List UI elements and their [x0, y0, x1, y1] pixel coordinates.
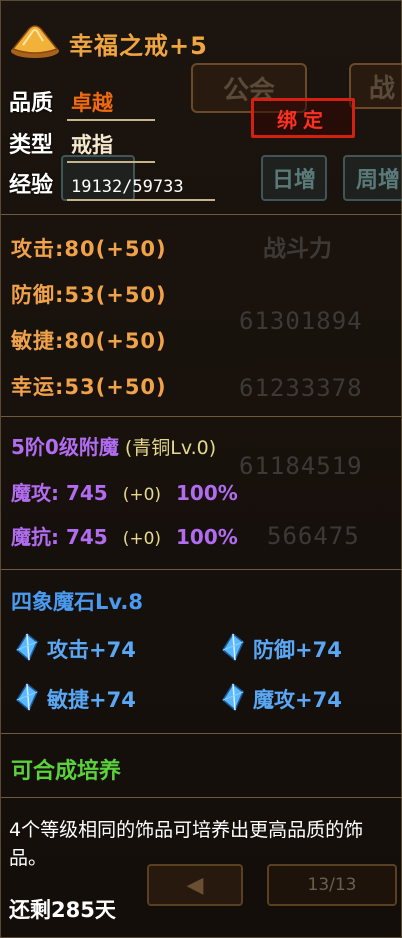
type-row: 类型 戒指: [9, 127, 155, 163]
gem-slot: 攻击+74: [13, 632, 136, 666]
gem-bonus: 魔攻+74: [253, 688, 342, 712]
type-value: 戒指: [67, 129, 155, 163]
blue-crystal-icon: [13, 682, 41, 716]
gem-slot: 魔攻+74: [219, 682, 342, 716]
stat-defense: 防御:53(+50): [11, 283, 167, 307]
enchant-row-magic-resist: 魔抗: 745 (+0) 100%: [11, 521, 238, 550]
enchant-stat-name: 魔攻:: [11, 481, 59, 505]
stat-agility: 敏捷:80(+50): [11, 329, 167, 353]
item-tooltip: 公会 战 日增 周增 战斗力 61301894 61233378 6118451…: [0, 0, 402, 938]
bind-status-badge: 绑定: [251, 98, 355, 138]
quality-value: 卓越: [67, 87, 155, 121]
bg-power-header: 战斗力: [263, 236, 332, 262]
bg-btn-daily: 日增: [261, 155, 327, 201]
divider: [1, 416, 401, 417]
quality-row: 品质 卓越: [9, 85, 155, 121]
item-name: 幸福之戒+5: [69, 31, 208, 60]
bg-btn-daily-label: 日增: [271, 168, 316, 193]
bg-tab-war: 战: [349, 63, 402, 109]
blue-crystal-icon: [13, 632, 41, 666]
divider: [1, 733, 401, 734]
enchant-row-magic-attack: 魔攻: 745 (+0) 100%: [11, 477, 238, 506]
bg-btn-weekly: 周增: [343, 155, 402, 201]
enchant-stat-name: 魔抗:: [11, 525, 59, 549]
gem-bonus: 敏捷+74: [47, 688, 136, 712]
enchant-level: 5阶0级附魔: [11, 435, 119, 459]
gem-bonus: 防御+74: [253, 638, 342, 662]
enchant-stat-percent: 100%: [175, 525, 238, 549]
item-header: 幸福之戒+5: [9, 21, 208, 65]
divider: [1, 569, 401, 570]
bg-power-value: 61184519: [239, 452, 363, 480]
bg-power-value: 61233378: [239, 374, 363, 402]
bg-btn-weekly-label: 周增: [355, 168, 400, 193]
enchant-title: 5阶0级附魔 (青铜Lv.0): [11, 431, 216, 460]
remaining-time: 还剩285天: [9, 898, 116, 922]
bg-page-label: 13/13: [307, 875, 357, 895]
cultivate-hint: 可合成培养: [11, 759, 122, 784]
blue-crystal-icon: [219, 682, 247, 716]
gem-bonus: 攻击+74: [47, 638, 136, 662]
bind-status-label: 绑定: [277, 107, 329, 132]
gem-slot: 敏捷+74: [13, 682, 136, 716]
bg-power-value: 566475: [267, 522, 360, 550]
bg-tab-war-label: 战: [369, 73, 396, 104]
enchant-stat-value: 745: [65, 525, 108, 549]
xp-label: 经验: [9, 173, 54, 198]
stat-attack: 攻击:80(+50): [11, 237, 167, 261]
magic-stone-title: 四象魔石Lv.8: [11, 590, 143, 614]
quality-label: 品质: [9, 91, 54, 116]
enchant-stat-percent: 100%: [175, 481, 238, 505]
divider: [1, 214, 401, 215]
enchant-material: (青铜Lv.0): [124, 437, 217, 459]
enchant-stat-value: 745: [65, 481, 108, 505]
enchant-stat-bonus: (+0): [122, 529, 162, 549]
bg-power-value: 61301894: [239, 307, 363, 335]
item-description: 4个等级相同的饰品可培养出更高品质的饰品。: [9, 819, 364, 869]
gem-slot: 防御+74: [219, 632, 342, 666]
xp-value: 19132/59733: [67, 177, 215, 201]
divider: [1, 797, 401, 798]
gold-ingot-icon: [9, 21, 61, 65]
enchant-stat-bonus: (+0): [122, 485, 162, 505]
type-label: 类型: [9, 133, 54, 158]
blue-crystal-icon: [219, 632, 247, 666]
xp-row: 经验 19132/59733: [9, 167, 215, 201]
stat-luck: 幸运:53(+50): [11, 375, 167, 399]
